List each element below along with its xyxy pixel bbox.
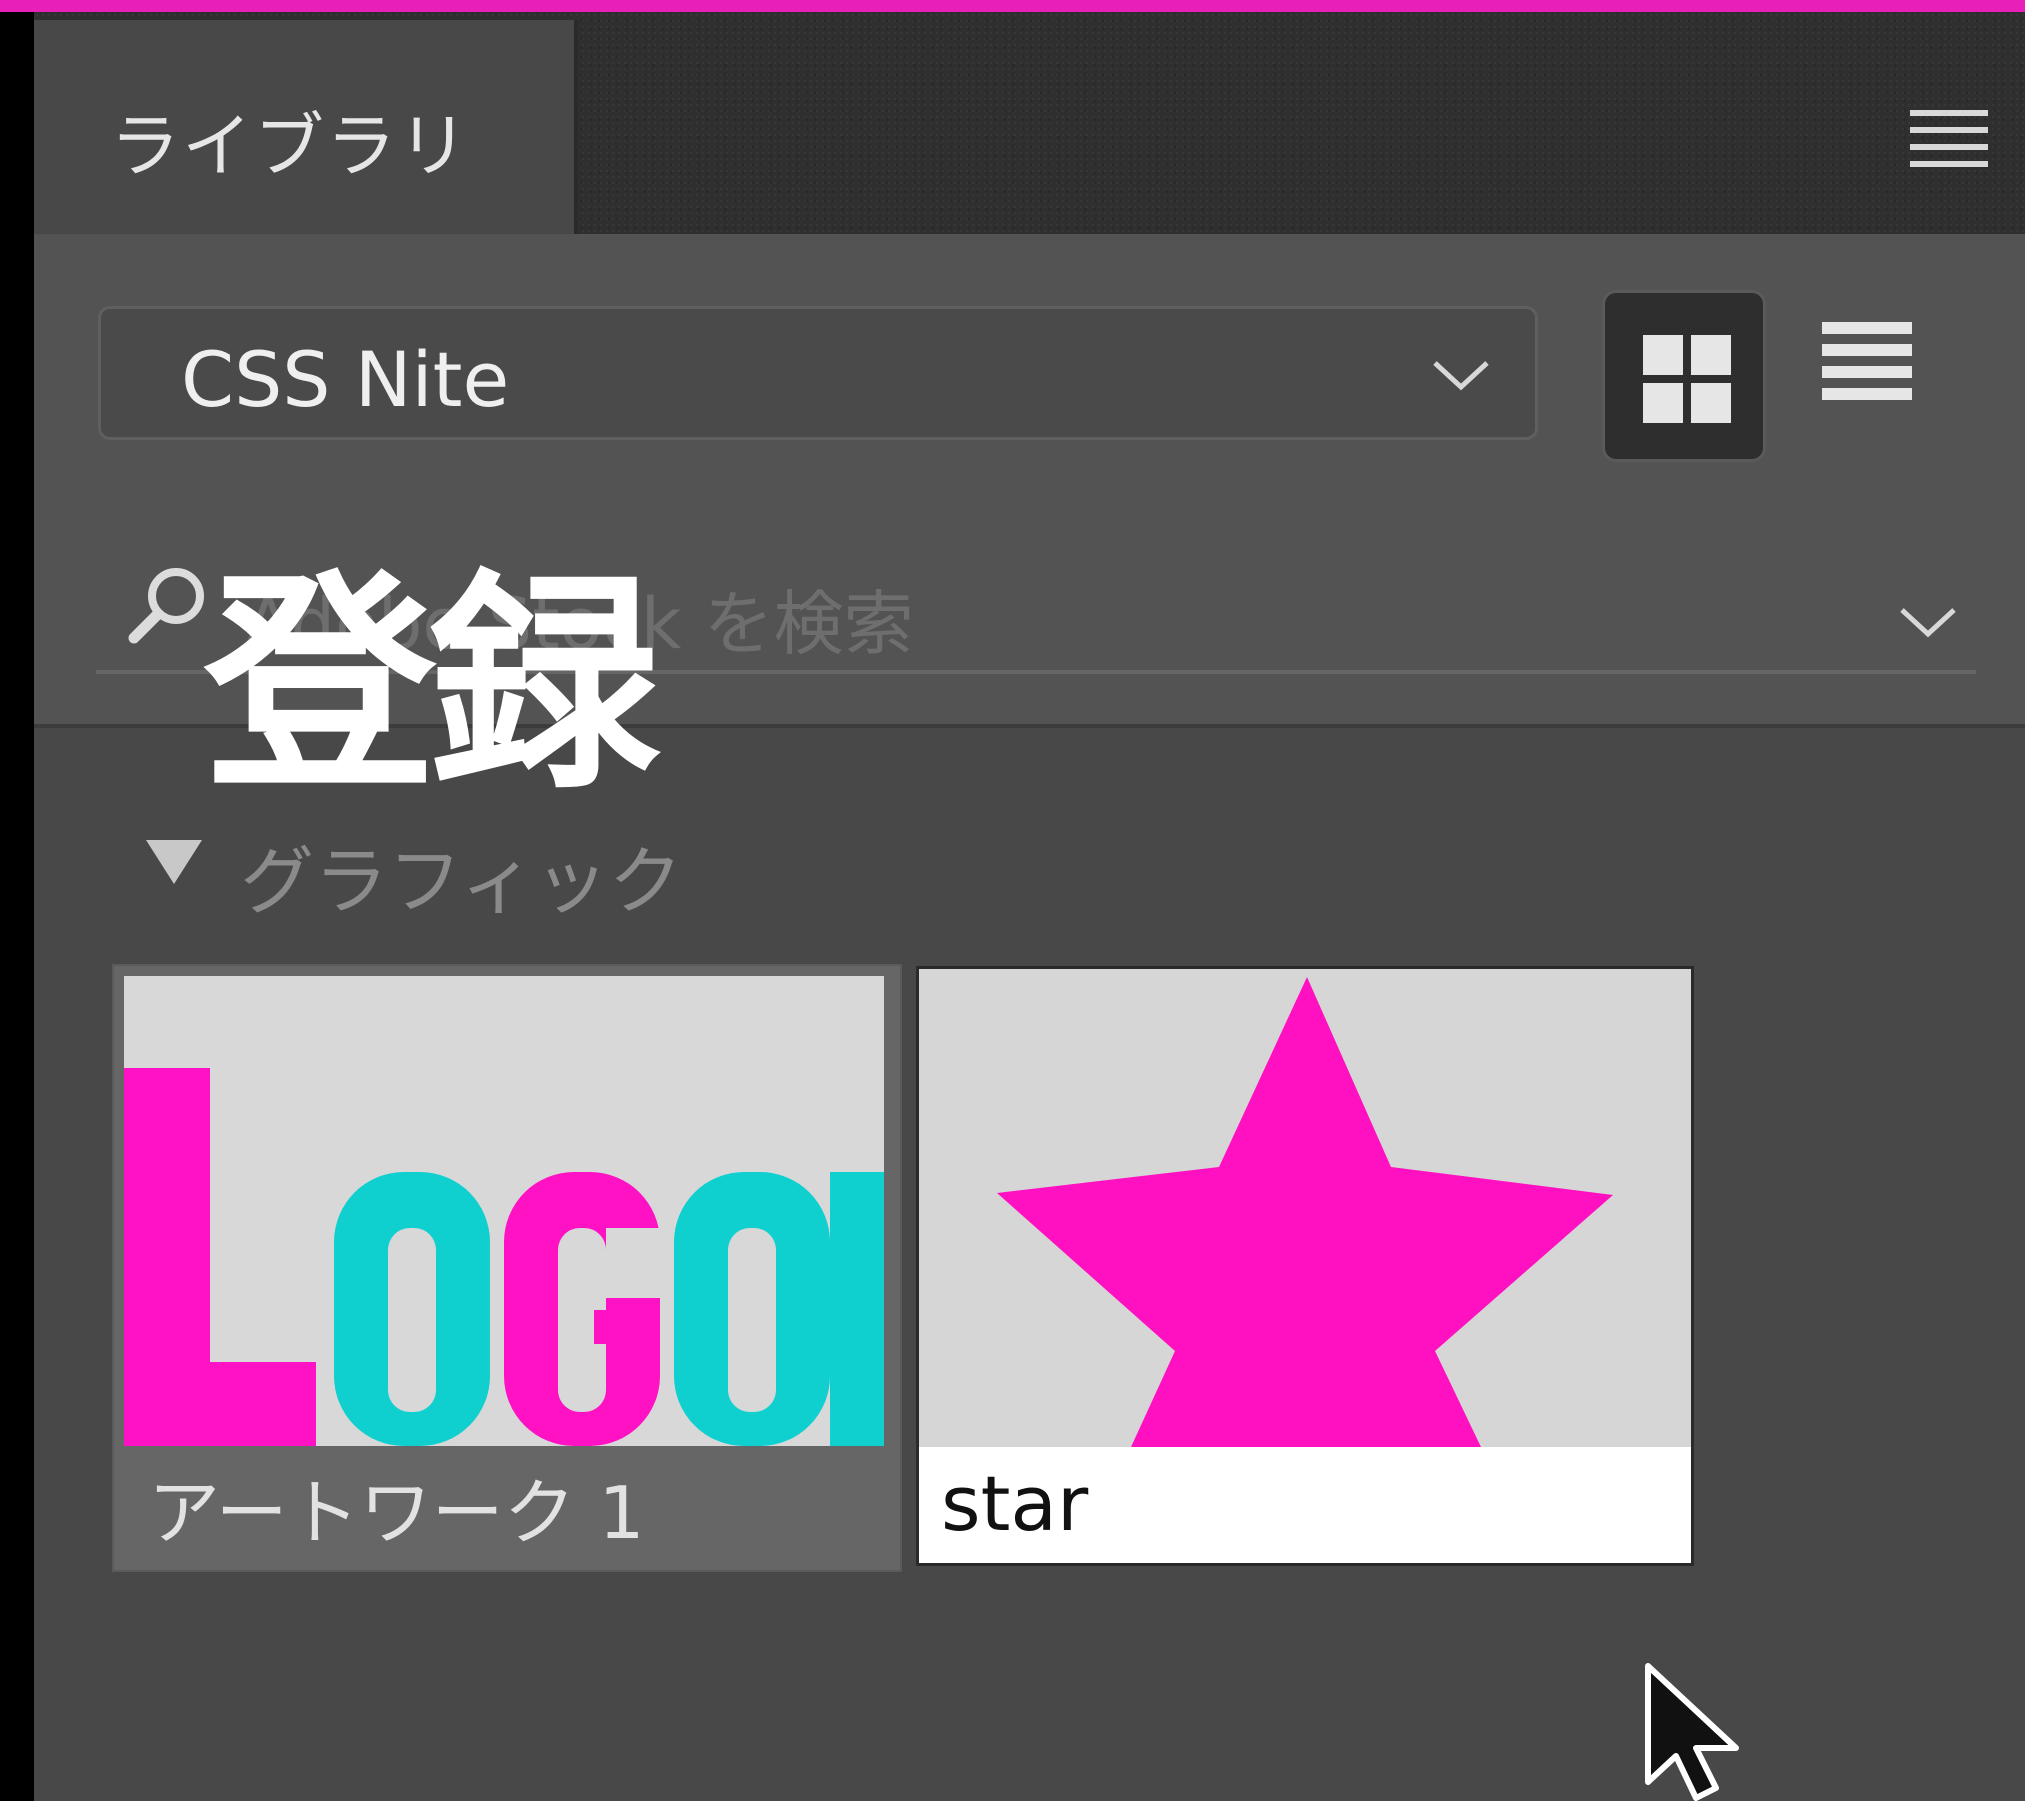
tab-libraries-label: ライブラリ — [110, 105, 470, 187]
section-graphics-label: グラフィック — [240, 839, 683, 925]
libraries-panel: ライブラリ CSS Nite Adobe Stock を検索 グラフィック アー… — [34, 12, 2025, 1801]
asset-thumbnail-logo — [124, 976, 884, 1446]
overlay-caption: 登録 — [204, 551, 660, 821]
chevron-down-icon — [1433, 361, 1489, 391]
hamburger-menu-icon[interactable] — [1910, 110, 1988, 168]
disclosure-triangle-icon[interactable] — [146, 840, 202, 884]
asset-name: star — [941, 1459, 1089, 1548]
tab-libraries[interactable]: ライブラリ — [34, 20, 578, 234]
asset-star[interactable]: star — [916, 966, 1694, 1566]
panel-tab-bar: ライブラリ — [34, 12, 2025, 234]
logo-artwork-image — [124, 1068, 884, 1446]
grid-view-icon — [1643, 335, 1731, 423]
screen: ライブラリ CSS Nite Adobe Stock を検索 グラフィック アー… — [0, 0, 2025, 1801]
asset-thumbnail-star — [919, 969, 1691, 1447]
list-view-button[interactable] — [1818, 316, 1918, 416]
search-icon — [128, 568, 204, 644]
grid-view-button[interactable] — [1602, 290, 1766, 462]
mouse-cursor-icon — [1645, 1663, 1739, 1801]
asset-artwork-1[interactable]: アートワーク 1 — [112, 964, 902, 1572]
accent-border — [0, 0, 2025, 12]
asset-caption-bar: star — [919, 1447, 1691, 1563]
star-icon — [997, 977, 1613, 1447]
library-dropdown[interactable]: CSS Nite — [98, 306, 1538, 440]
chevron-down-icon[interactable] — [1898, 604, 1958, 640]
asset-name: アートワーク 1 — [148, 1471, 645, 1555]
list-view-icon — [1822, 322, 1912, 400]
library-dropdown-value: CSS Nite — [181, 335, 510, 424]
